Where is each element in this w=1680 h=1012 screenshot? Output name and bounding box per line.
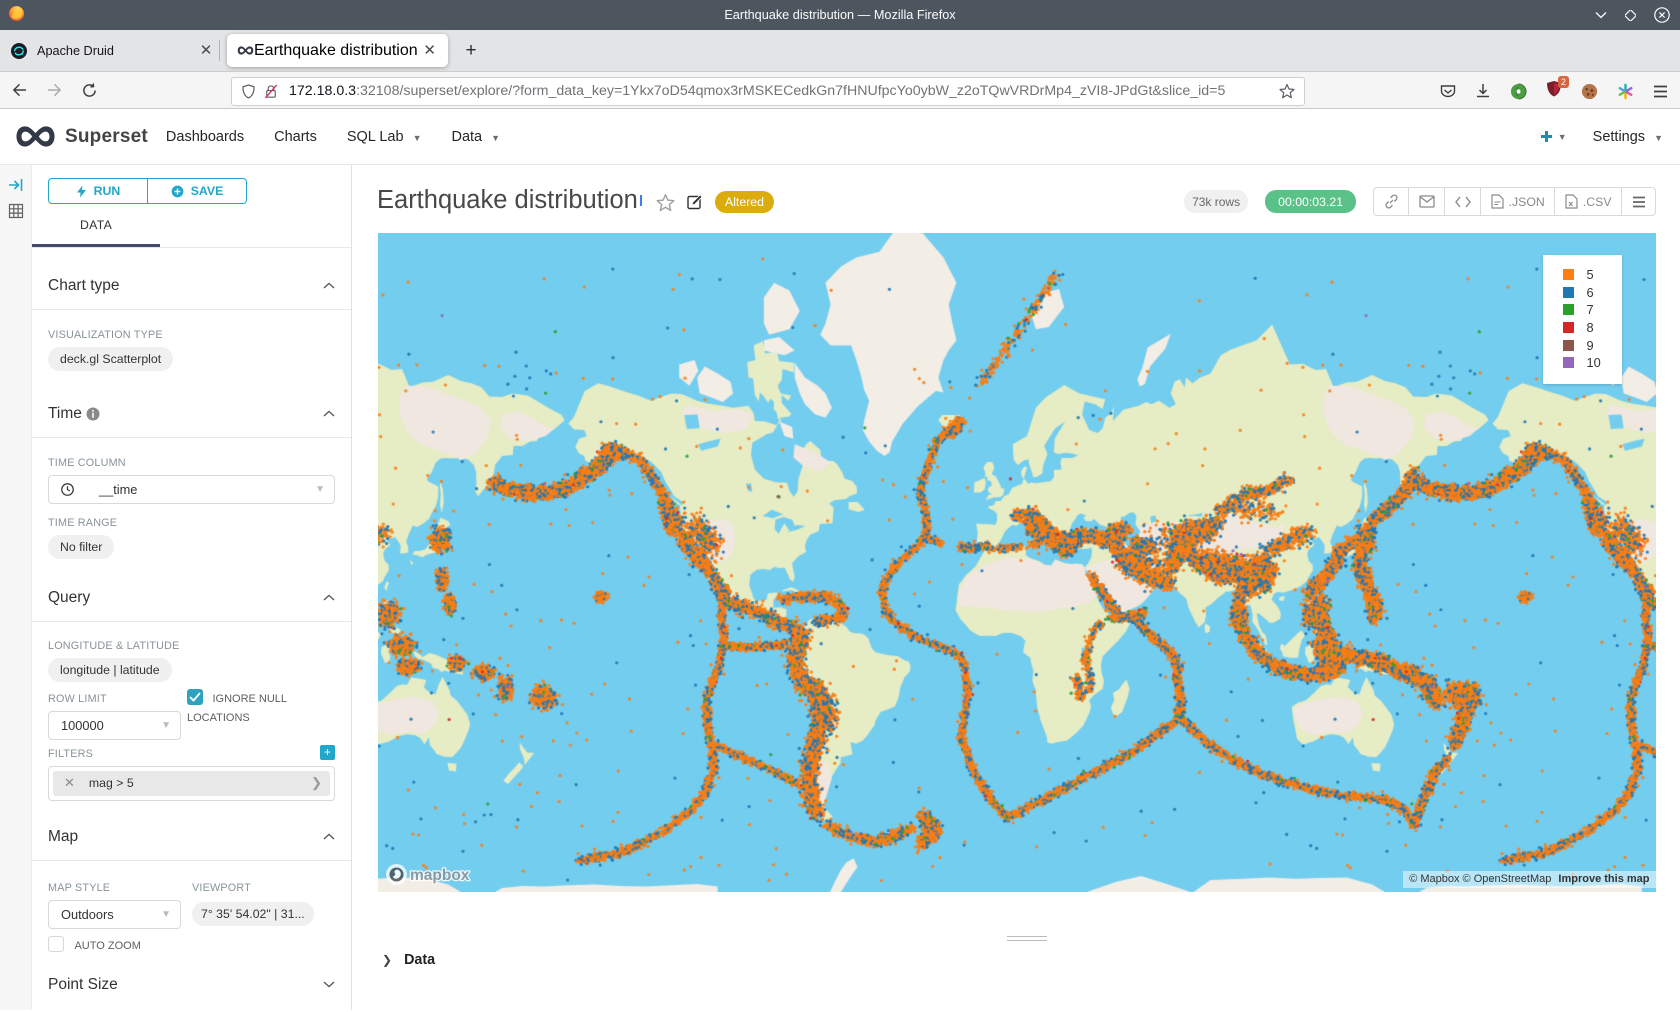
- svg-text:mapbox: mapbox: [410, 867, 470, 884]
